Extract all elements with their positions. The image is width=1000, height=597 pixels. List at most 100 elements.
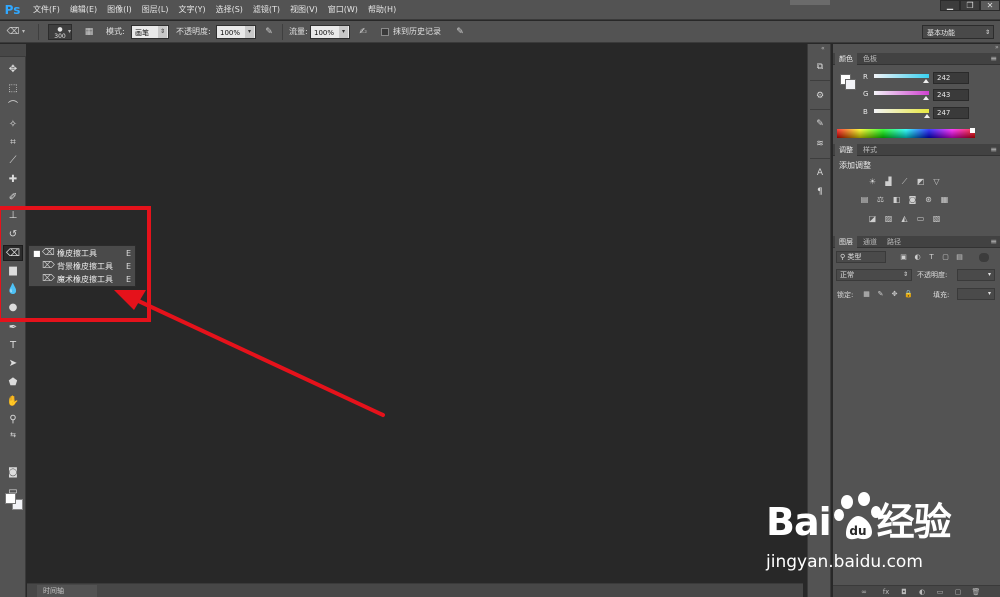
tab-swatches[interactable]: 色板 bbox=[859, 53, 881, 65]
red-slider[interactable] bbox=[874, 74, 929, 78]
minimize-button[interactable]: ▁ bbox=[940, 0, 960, 11]
menu-edit[interactable]: 编辑(E) bbox=[70, 0, 97, 20]
filter-type-icon[interactable]: T bbox=[927, 253, 936, 262]
menu-layer[interactable]: 图层(L) bbox=[142, 0, 169, 20]
collapse-arrows-icon[interactable]: » bbox=[995, 44, 999, 51]
shape-tool-icon[interactable]: ⬟ bbox=[3, 375, 23, 391]
tab-adjustments[interactable]: 调整 bbox=[835, 144, 857, 156]
quick-mask-icon[interactable]: ◙ bbox=[3, 465, 23, 481]
hue-saturation-icon[interactable]: ▤ bbox=[859, 195, 870, 205]
menu-type[interactable]: 文字(Y) bbox=[178, 0, 205, 20]
photo-filter-icon[interactable]: ◙ bbox=[907, 195, 918, 205]
crop-tool-icon[interactable]: ⌗ bbox=[3, 135, 23, 151]
paragraph-panel-icon[interactable]: ¶ bbox=[812, 184, 828, 200]
tab-paths[interactable]: 路径 bbox=[883, 236, 905, 248]
color-balance-icon[interactable]: ⚖ bbox=[875, 195, 886, 205]
hand-tool-icon[interactable]: ✋ bbox=[3, 394, 23, 410]
blue-slider-thumb[interactable] bbox=[924, 114, 931, 118]
layer-filter-select[interactable]: ⚲ 类型 bbox=[836, 251, 886, 263]
move-tool-icon[interactable]: ✥ bbox=[3, 62, 23, 78]
workspace-select[interactable]: 基本功能 ⇕ bbox=[922, 25, 994, 39]
green-slider-thumb[interactable] bbox=[923, 96, 930, 100]
color-spectrum-ramp[interactable] bbox=[837, 129, 975, 138]
lock-transparent-icon[interactable]: ▦ bbox=[862, 290, 871, 299]
collapse-arrows-icon[interactable]: « bbox=[821, 45, 825, 52]
gradient-map-icon[interactable]: ▭ bbox=[915, 214, 926, 224]
magic-wand-tool-icon[interactable]: ✧ bbox=[3, 117, 23, 133]
healing-brush-tool-icon[interactable]: ✚ bbox=[3, 172, 23, 188]
panel-menu-icon[interactable]: ≡ bbox=[990, 145, 997, 155]
blue-slider[interactable] bbox=[874, 109, 929, 113]
posterize-icon[interactable]: ▨ bbox=[883, 214, 894, 224]
toolbox-header[interactable] bbox=[0, 44, 26, 57]
eyedropper-tool-icon[interactable]: ⟋ bbox=[3, 153, 23, 169]
fill-input[interactable]: ▾ bbox=[957, 288, 995, 300]
color-panel-background-swatch[interactable] bbox=[845, 79, 856, 90]
pen-tool-icon[interactable]: ✒ bbox=[3, 320, 23, 336]
close-button[interactable]: ✕ bbox=[980, 0, 1000, 11]
red-slider-thumb[interactable] bbox=[923, 79, 930, 83]
lock-all-icon[interactable]: 🔒 bbox=[904, 290, 913, 299]
zoom-tool-icon[interactable]: ⚲ bbox=[3, 412, 23, 428]
tab-styles[interactable]: 样式 bbox=[859, 144, 881, 156]
opacity-input[interactable]: 100% ▾ bbox=[216, 25, 256, 39]
character-panel-icon[interactable]: A bbox=[812, 165, 828, 181]
flow-input[interactable]: 100% ▾ bbox=[310, 25, 350, 39]
menu-filter[interactable]: 滤镜(T) bbox=[253, 0, 280, 20]
path-selection-tool-icon[interactable]: ➤ bbox=[3, 356, 23, 372]
lock-image-icon[interactable]: ✎ bbox=[876, 290, 885, 299]
menu-view[interactable]: 视图(V) bbox=[290, 0, 318, 20]
erase-to-history-checkbox[interactable] bbox=[381, 28, 389, 36]
panel-menu-icon[interactable]: ≡ bbox=[990, 237, 997, 247]
filter-toggle[interactable] bbox=[979, 253, 989, 262]
brush-panel-icon[interactable]: ≋ bbox=[812, 136, 828, 152]
mode-select[interactable]: 画笔 ⇕ bbox=[131, 25, 169, 39]
properties-panel-icon[interactable]: ⚙ bbox=[812, 88, 828, 104]
invert-icon[interactable]: ◪ bbox=[867, 214, 878, 224]
tab-channels[interactable]: 通道 bbox=[859, 236, 881, 248]
menu-file[interactable]: 文件(F) bbox=[33, 0, 60, 20]
panel-menu-icon[interactable]: ≡ bbox=[990, 54, 997, 64]
filter-shape-icon[interactable]: ▢ bbox=[941, 253, 950, 262]
tab-color[interactable]: 颜色 bbox=[835, 53, 857, 65]
green-value-input[interactable]: 243 bbox=[933, 89, 969, 101]
curves-icon[interactable]: ⟋ bbox=[899, 177, 910, 187]
lock-position-icon[interactable]: ✥ bbox=[890, 290, 899, 299]
restore-button[interactable]: ❐ bbox=[960, 0, 980, 11]
layer-opacity-input[interactable]: ▾ bbox=[957, 269, 995, 281]
channel-mixer-icon[interactable]: ⊛ bbox=[923, 195, 934, 205]
brush-presets-panel-icon[interactable]: ✎ bbox=[812, 116, 828, 132]
timeline-tab[interactable]: 时间轴 bbox=[37, 585, 97, 597]
swap-colors-icon[interactable]: ⇆ bbox=[3, 430, 23, 440]
tab-layers[interactable]: 图层 bbox=[835, 236, 857, 248]
threshold-icon[interactable]: ◭ bbox=[899, 214, 910, 224]
lasso-tool-icon[interactable]: ⌒ bbox=[3, 99, 23, 115]
exposure-icon[interactable]: ◩ bbox=[915, 177, 926, 187]
eraser-tool-preset-icon[interactable]: ⌫ bbox=[6, 25, 20, 39]
pressure-size-icon[interactable]: ✎ bbox=[453, 25, 467, 39]
menu-image[interactable]: 图像(I) bbox=[107, 0, 132, 20]
brightness-contrast-icon[interactable]: ☀ bbox=[867, 177, 878, 187]
levels-icon[interactable]: ▟ bbox=[883, 177, 894, 187]
menu-help[interactable]: 帮助(H) bbox=[368, 0, 396, 20]
black-white-icon[interactable]: ◧ bbox=[891, 195, 902, 205]
preset-dropdown-arrow-icon[interactable]: ▾ bbox=[22, 21, 25, 43]
marquee-tool-icon[interactable]: ⬚ bbox=[3, 81, 23, 97]
color-lookup-icon[interactable]: ▦ bbox=[939, 195, 950, 205]
airbrush-icon[interactable]: ✍ bbox=[356, 25, 370, 39]
menu-select[interactable]: 选择(S) bbox=[216, 0, 243, 20]
history-panel-icon[interactable]: ⧉ bbox=[812, 59, 828, 75]
brush-tool-icon[interactable]: ✐ bbox=[3, 190, 23, 206]
brush-dropdown-arrow-icon[interactable]: ▾ bbox=[68, 21, 71, 43]
screen-mode-icon[interactable]: ▭ bbox=[3, 484, 23, 500]
white-chip[interactable] bbox=[970, 128, 975, 133]
menu-window[interactable]: 窗口(W) bbox=[328, 0, 358, 20]
vibrance-icon[interactable]: ▽ bbox=[931, 177, 942, 187]
filter-smart-object-icon[interactable]: ▤ bbox=[955, 253, 964, 262]
blue-value-input[interactable]: 247 bbox=[933, 107, 969, 119]
filter-adjustment-icon[interactable]: ◐ bbox=[913, 253, 922, 262]
brush-panel-icon[interactable]: ▦ bbox=[82, 25, 96, 39]
green-slider[interactable] bbox=[874, 91, 929, 95]
type-tool-icon[interactable]: T bbox=[3, 338, 23, 354]
selective-color-icon[interactable]: ▧ bbox=[931, 214, 942, 224]
